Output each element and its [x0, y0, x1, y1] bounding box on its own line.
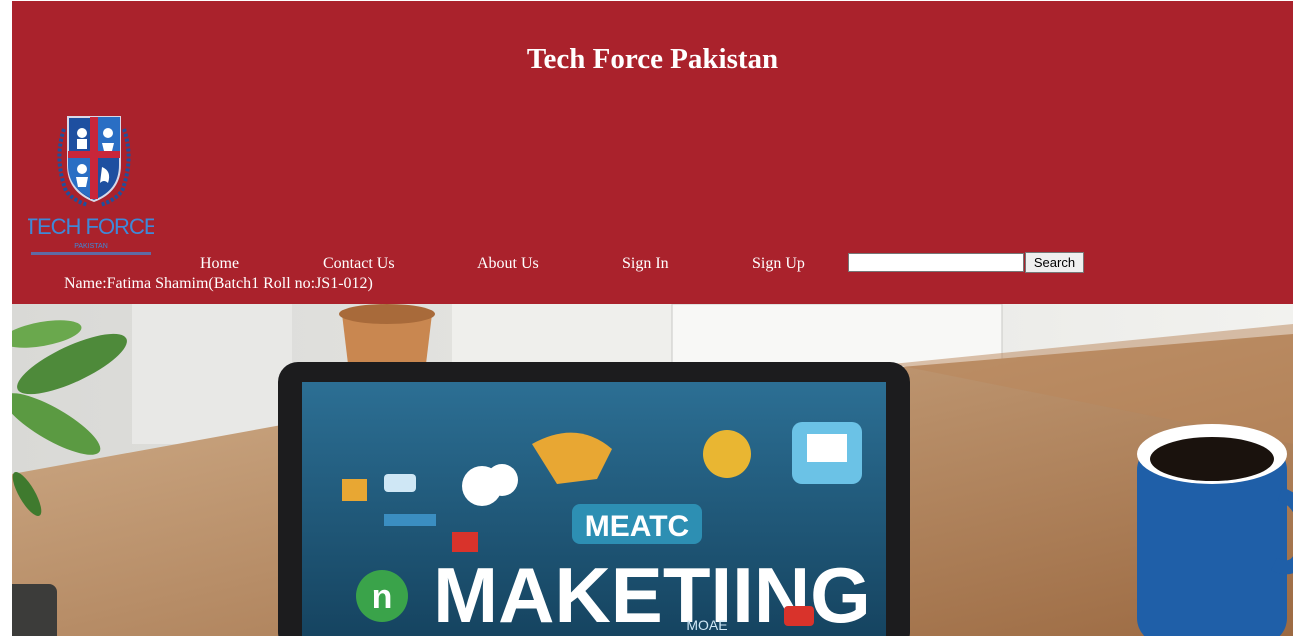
logo-sub-wordmark: PAKISTAN [74, 243, 108, 250]
shield-logo-icon: TECH FORCE PAKISTAN [25, 116, 159, 255]
search-button[interactable]: Search [1025, 252, 1084, 273]
page: Tech Force Pakistan TECH FORCE PAKISTAN … [12, 1, 1293, 636]
screen-heading: MEATC [585, 510, 689, 543]
nav-home-link[interactable]: Home [200, 254, 239, 274]
tech-force-logo: TECH FORCE PAKISTAN [25, 109, 159, 263]
search-input[interactable] [848, 253, 1024, 272]
nav-about-us-link[interactable]: About Us [477, 254, 539, 274]
screen-footer: MOAE [686, 617, 727, 633]
nav-contact-us-link[interactable]: Contact Us [323, 254, 395, 274]
laptop-marketing-icon: n MEATC MAKETIING MOAE [12, 304, 1293, 636]
site-title: Tech Force Pakistan [526, 43, 779, 75]
logo-wordmark: TECH FORCE [28, 214, 154, 239]
site-header: Tech Force Pakistan TECH FORCE PAKISTAN … [12, 1, 1293, 304]
hero-image: n MEATC MAKETIING MOAE [12, 304, 1293, 636]
svg-text:n: n [372, 578, 393, 616]
student-info: Name:Fatima Shamim(Batch1 Roll no:JS1-01… [64, 275, 373, 292]
nav-sign-in-link[interactable]: Sign In [622, 254, 669, 274]
nav-sign-up-link[interactable]: Sign Up [752, 254, 805, 274]
